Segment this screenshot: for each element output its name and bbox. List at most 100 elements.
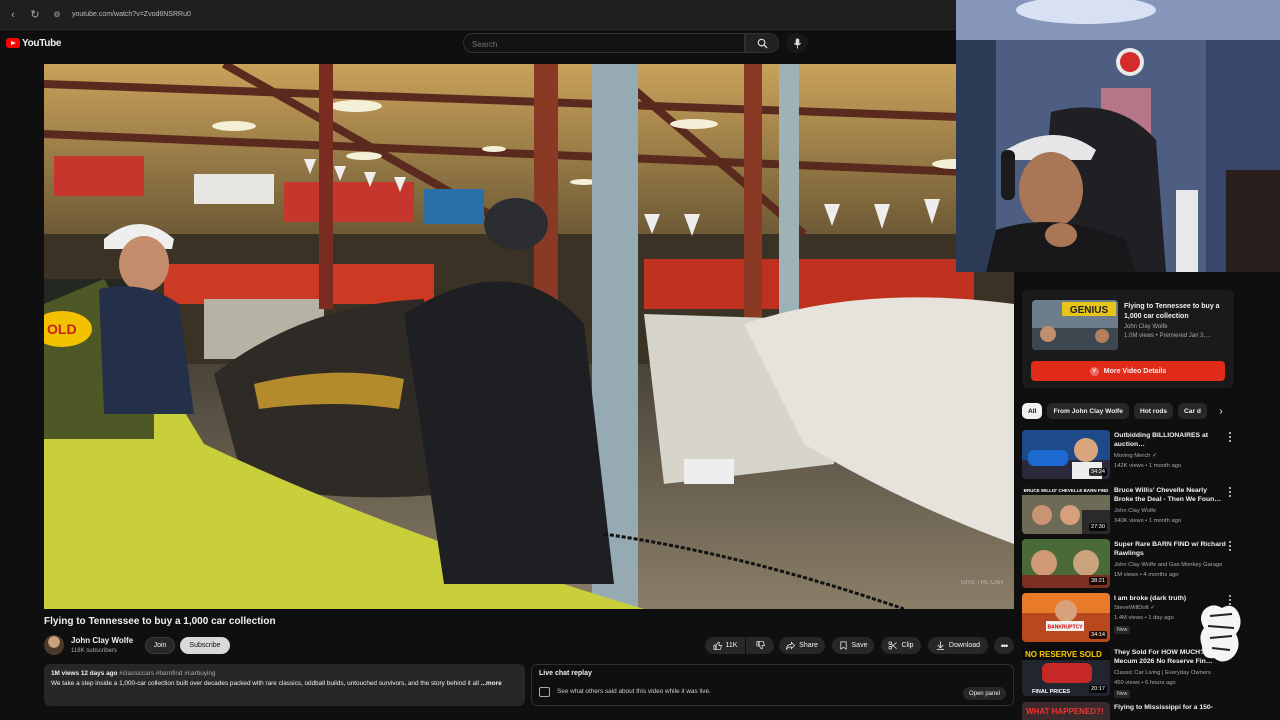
save-label: Save	[851, 642, 868, 649]
microphone-icon	[793, 38, 801, 48]
share-button[interactable]: Share	[779, 637, 825, 654]
video-title[interactable]: Bruce Willis' Chevelle Nearly Broke the …	[1114, 486, 1226, 504]
channel-avatar[interactable]	[44, 635, 64, 655]
list-item[interactable]: BRUCE WILLIS' CHEVELLE BARN FIND 27:30 B…	[1022, 485, 1238, 537]
chat-replay-subtitle: See what others said about this video wh…	[557, 688, 711, 695]
save-button[interactable]: Save	[832, 637, 874, 654]
search-button[interactable]	[745, 33, 779, 53]
site-info-icon[interactable]: ⚙	[48, 6, 66, 24]
thumb-text: BRUCE WILLIS' CHEVELLE BARN FIND	[1024, 488, 1110, 493]
more-horizontal-icon: •••	[1000, 640, 1009, 651]
video-meta: 1.4M views • 1 day ago	[1114, 615, 1174, 621]
video-title[interactable]: Super Rare BARN FIND w/ Richard Rawlings	[1114, 540, 1226, 558]
back-icon[interactable]: ‹	[4, 6, 22, 24]
youtube-logo[interactable]: YouTube	[6, 37, 62, 49]
like-button[interactable]: 11K	[705, 637, 745, 654]
chevron-down-icon: v	[1089, 366, 1099, 376]
video-meta: 340K views • 1 month ago	[1114, 518, 1182, 524]
thumb-text-2: FINAL PRICES	[1032, 689, 1070, 695]
video-thumbnail[interactable]: 38:21	[1022, 539, 1110, 588]
subscribe-button[interactable]: Subscribe	[180, 637, 230, 654]
youtube-logo-text: YouTube	[22, 37, 62, 49]
video-thumbnail[interactable]: NO RESERVE SOLD FINAL PRICES 20:17	[1022, 647, 1110, 696]
more-actions-button[interactable]: •••	[994, 637, 1014, 654]
like-count: 11K	[725, 642, 738, 649]
address-bar[interactable]: youtube.com/watch?v=Zvod8NSRRu0	[72, 11, 191, 18]
promo-title[interactable]: Flying to Tennessee to buy a 1,000 car c…	[1124, 302, 1229, 322]
list-item[interactable]: WHAT HAPPENED?! Flying to Mississippi fo…	[1022, 702, 1238, 720]
search-input[interactable]	[464, 35, 744, 54]
thumb-text: BANKRUPTCY	[1048, 625, 1084, 631]
chip-hot-rods[interactable]: Hot rods	[1133, 403, 1174, 419]
more-video-details-button[interactable]: v More Video Details	[1031, 361, 1225, 381]
clip-label: Clip	[901, 642, 914, 649]
promo-card: GENIUS Flying to Tennessee to buy a 1,00…	[1022, 290, 1234, 388]
hashtags[interactable]: #classiccars #barnfind #carbuying	[119, 670, 215, 677]
more-details-label: More Video Details	[1103, 367, 1167, 375]
share-icon	[786, 641, 796, 650]
chat-replay-title: Live chat replay	[539, 670, 592, 677]
browser-toolbar: ‹ ↻ ⚙ youtube.com/watch?v=Zvod8NSRRu0	[0, 0, 956, 30]
more-options-icon[interactable]	[1226, 541, 1234, 551]
search-box	[463, 33, 745, 54]
streamer-webcam	[956, 0, 1280, 272]
promo-thumb-text: GENIUS	[1070, 305, 1109, 316]
more-options-icon[interactable]	[1226, 487, 1234, 497]
list-item[interactable]: 34:24 Outbidding BILLIONAIRES at auction…	[1022, 430, 1238, 482]
video-duration: 38:21	[1089, 577, 1107, 585]
video-channel: John Clay Wolfe	[1114, 508, 1157, 514]
video-thumbnail[interactable]: 34:24	[1022, 430, 1110, 479]
description-box[interactable]: 1M views 12 days ago #classiccars #barnf…	[44, 664, 525, 706]
video-watermark: GIVE THE CAR	[961, 580, 1004, 586]
video-thumbnail[interactable]: WHAT HAPPENED?!	[1022, 702, 1110, 720]
download-icon	[936, 641, 945, 650]
search-icon	[757, 38, 768, 49]
thumb-text: NO RESERVE SOLD	[1025, 650, 1102, 659]
webcam-frame	[956, 0, 1280, 272]
list-item[interactable]: 38:21 Super Rare BARN FIND w/ Richard Ra…	[1022, 539, 1238, 591]
description-more-link[interactable]: ...more	[481, 680, 502, 687]
video-meta: 450 views • 6 hours ago	[1114, 680, 1176, 686]
video-duration: 34:24	[1089, 468, 1107, 476]
chevron-right-icon[interactable]: ›	[1214, 403, 1228, 419]
download-label: Download	[948, 642, 981, 649]
video-duration: 20:17	[1089, 685, 1107, 693]
verified-icon: ✓	[1150, 605, 1156, 611]
join-button[interactable]: Join	[145, 637, 175, 654]
video-thumbnail[interactable]: BANKRUPTCY 34:14	[1022, 593, 1110, 642]
save-playlist-icon	[839, 641, 847, 650]
video-channel: John Clay Wolfe and Gas Monkey Garage	[1114, 562, 1223, 568]
video-thumbnail[interactable]: BRUCE WILLIS' CHEVELLE BARN FIND 27:30	[1022, 485, 1110, 534]
chip-cars[interactable]: Car d	[1178, 403, 1207, 419]
video-channel: Classic Car Living | Everyday Owners	[1114, 670, 1211, 676]
reload-icon[interactable]: ↻	[26, 6, 44, 24]
video-title[interactable]: Outbidding BILLIONAIRES at auction…	[1114, 431, 1226, 449]
chip-from-channel[interactable]: From John Clay Wolfe	[1047, 403, 1129, 419]
new-badge: New	[1114, 626, 1131, 634]
thumb-text: WHAT HAPPENED?!	[1026, 707, 1104, 716]
verified-icon: ✓	[1152, 453, 1157, 459]
promo-thumbnail[interactable]: GENIUS	[1032, 300, 1118, 350]
voice-search-button[interactable]	[786, 33, 808, 53]
new-badge: New	[1114, 690, 1131, 698]
live-chat-replay: Live chat replay See what others said ab…	[531, 664, 1014, 706]
video-meta: 142K views • 1 month ago	[1114, 463, 1182, 469]
video-title: Flying to Tennessee to buy a 1,000 car c…	[44, 616, 276, 627]
thumbs-down-icon	[756, 641, 765, 650]
youtube-play-icon	[6, 38, 20, 48]
video-player[interactable]: OLD GIVE THE CAR	[44, 64, 1014, 609]
open-panel-button[interactable]: Open panel	[962, 687, 1006, 700]
more-options-icon[interactable]	[1226, 432, 1234, 442]
dislike-button[interactable]	[746, 637, 774, 654]
description-text: We take a step inside a 1,000-car collec…	[51, 679, 479, 687]
video-title[interactable]: Flying to Mississippi for a 150-	[1114, 703, 1226, 712]
channel-name[interactable]: John Clay Wolfe	[71, 636, 133, 645]
chip-all[interactable]: All	[1022, 403, 1043, 419]
download-button[interactable]: Download	[928, 637, 988, 654]
scissors-icon	[889, 641, 898, 650]
video-channel: SteveWillDoIt ✓	[1114, 605, 1156, 611]
promo-channel: John Clay Wolfe	[1124, 324, 1168, 330]
clip-button[interactable]: Clip	[881, 637, 921, 654]
video-channel: Moving Merch ✓	[1114, 453, 1157, 459]
video-duration: 27:30	[1089, 523, 1107, 531]
